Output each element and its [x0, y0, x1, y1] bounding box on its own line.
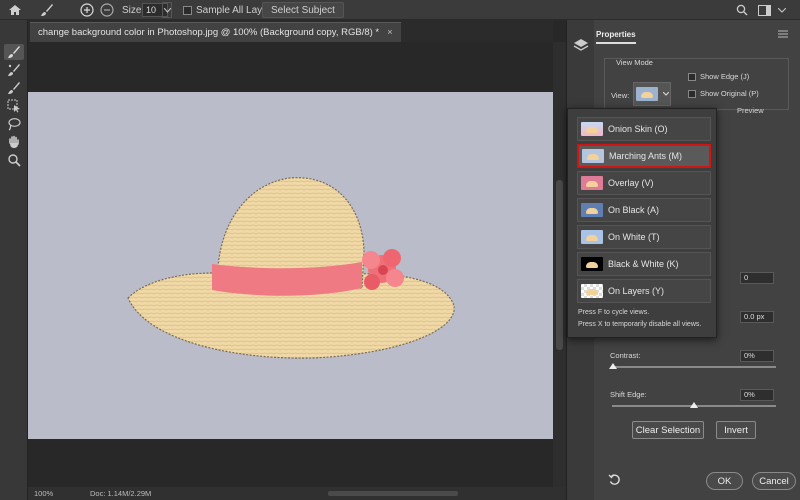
view-option-on-layers[interactable]: On Layers (Y) — [577, 279, 711, 303]
properties-tab[interactable]: Properties — [596, 30, 636, 44]
view-option-marching-ants[interactable]: Marching Ants (M) — [577, 144, 711, 168]
view-option-on-black[interactable]: On Black (A) — [577, 198, 711, 222]
lasso-tool-icon[interactable] — [4, 116, 24, 132]
show-edge-checkbox[interactable]: Show Edge (J) — [688, 72, 749, 81]
size-label: Size: — [122, 4, 145, 16]
contrast-input[interactable]: 0% — [740, 350, 774, 362]
checkbox-box[interactable] — [688, 72, 696, 81]
chevron-down-icon[interactable] — [778, 2, 786, 18]
zoom-tool-icon[interactable] — [4, 152, 24, 168]
feather-input[interactable]: 0.0 px — [740, 311, 774, 323]
tools-panel — [0, 20, 28, 500]
options-bar: Size: 10 Sample All Layers Select Subjec… — [0, 0, 800, 20]
chevron-down-icon[interactable] — [162, 2, 172, 18]
shift-edge-input[interactable]: 0% — [740, 389, 774, 401]
subtract-from-selection-icon[interactable] — [100, 2, 114, 18]
clear-selection-button[interactable]: Clear Selection — [632, 421, 704, 439]
contrast-slider-thumb[interactable] — [609, 363, 617, 369]
view-option-label: On Layers (Y) — [608, 286, 665, 296]
close-tab-icon[interactable]: × — [387, 27, 393, 38]
cancel-button[interactable]: Cancel — [752, 472, 796, 490]
hand-tool-icon[interactable] — [4, 134, 24, 150]
reset-icon[interactable] — [608, 473, 621, 489]
view-option-label: On White (T) — [608, 232, 660, 242]
view-option-onion-skin[interactable]: Onion Skin (O) — [577, 117, 711, 141]
contrast-slider-track[interactable] — [612, 366, 776, 368]
view-option-black-and-white[interactable]: Black & White (K) — [577, 252, 711, 276]
view-mode-dropdown: Onion Skin (O) Marching Ants (M) Overlay… — [567, 108, 717, 338]
invert-button[interactable]: Invert — [716, 421, 756, 439]
brush-tool-icon[interactable] — [4, 80, 24, 96]
scrollbar-thumb[interactable] — [556, 180, 563, 350]
zoom-level[interactable]: 100% — [34, 489, 53, 498]
document-canvas[interactable] — [28, 92, 553, 439]
shift-edge-slider-thumb[interactable] — [690, 402, 698, 408]
panel-menu-icon[interactable] — [778, 30, 788, 40]
show-edge-label: Show Edge (J) — [700, 72, 750, 81]
disable-views-hint: Press X to temporarily disable all views… — [578, 321, 702, 328]
home-icon[interactable] — [8, 2, 22, 18]
onion-skin-thumbnail — [581, 122, 603, 136]
select-subject-button[interactable]: Select Subject — [262, 2, 344, 18]
hat-image — [127, 177, 455, 359]
view-option-label: Onion Skin (O) — [608, 124, 668, 134]
document-tab-title: change background color in Photoshop.jpg… — [38, 27, 380, 38]
radius-input[interactable]: 0 — [740, 272, 774, 284]
cycle-views-hint: Press F to cycle views. — [578, 309, 650, 316]
doc-info: Doc: 1.14M/2.29M — [90, 489, 152, 498]
checkbox-box[interactable] — [183, 5, 192, 15]
show-original-checkbox[interactable]: Show Original (P) — [688, 89, 759, 98]
preview-label: Preview — [737, 106, 764, 115]
horizontal-scrollbar-thumb[interactable] — [328, 491, 458, 496]
document-tab[interactable]: change background color in Photoshop.jpg… — [30, 22, 401, 42]
overlay-thumbnail — [581, 176, 603, 190]
contrast-label: Contrast: — [610, 351, 641, 360]
view-mode-label: View Mode — [616, 58, 653, 67]
workspace-icon[interactable] — [758, 2, 771, 18]
view-option-label: On Black (A) — [608, 205, 660, 215]
marching-ants-thumbnail — [582, 149, 604, 163]
black-and-white-thumbnail — [581, 257, 603, 271]
view-option-label: Overlay (V) — [608, 178, 654, 188]
view-dropdown-button[interactable] — [633, 82, 671, 106]
view-option-overlay[interactable]: Overlay (V) — [577, 171, 711, 195]
view-option-on-white[interactable]: On White (T) — [577, 225, 711, 249]
view-label: View: — [611, 91, 630, 100]
view-thumbnail — [636, 87, 658, 101]
on-layers-thumbnail — [581, 284, 603, 298]
brush-tool-icon[interactable] — [40, 2, 54, 18]
checkbox-box[interactable] — [688, 89, 696, 98]
show-original-label: Show Original (P) — [700, 89, 759, 98]
layers-icon[interactable] — [573, 38, 589, 55]
object-selection-icon[interactable] — [4, 98, 24, 114]
view-option-label: Black & White (K) — [608, 259, 679, 269]
add-to-selection-icon[interactable] — [80, 2, 94, 18]
search-icon[interactable] — [736, 2, 748, 18]
on-white-thumbnail — [581, 230, 603, 244]
shift-edge-label: Shift Edge: — [610, 390, 647, 399]
status-bar: 100% Doc: 1.14M/2.29M — [28, 487, 566, 500]
on-black-thumbnail — [581, 203, 603, 217]
view-option-label: Marching Ants (M) — [609, 151, 683, 161]
ok-button[interactable]: OK — [706, 472, 743, 490]
quick-selection-tool-icon[interactable] — [4, 44, 24, 60]
refine-edge-brush-icon[interactable] — [4, 62, 24, 78]
